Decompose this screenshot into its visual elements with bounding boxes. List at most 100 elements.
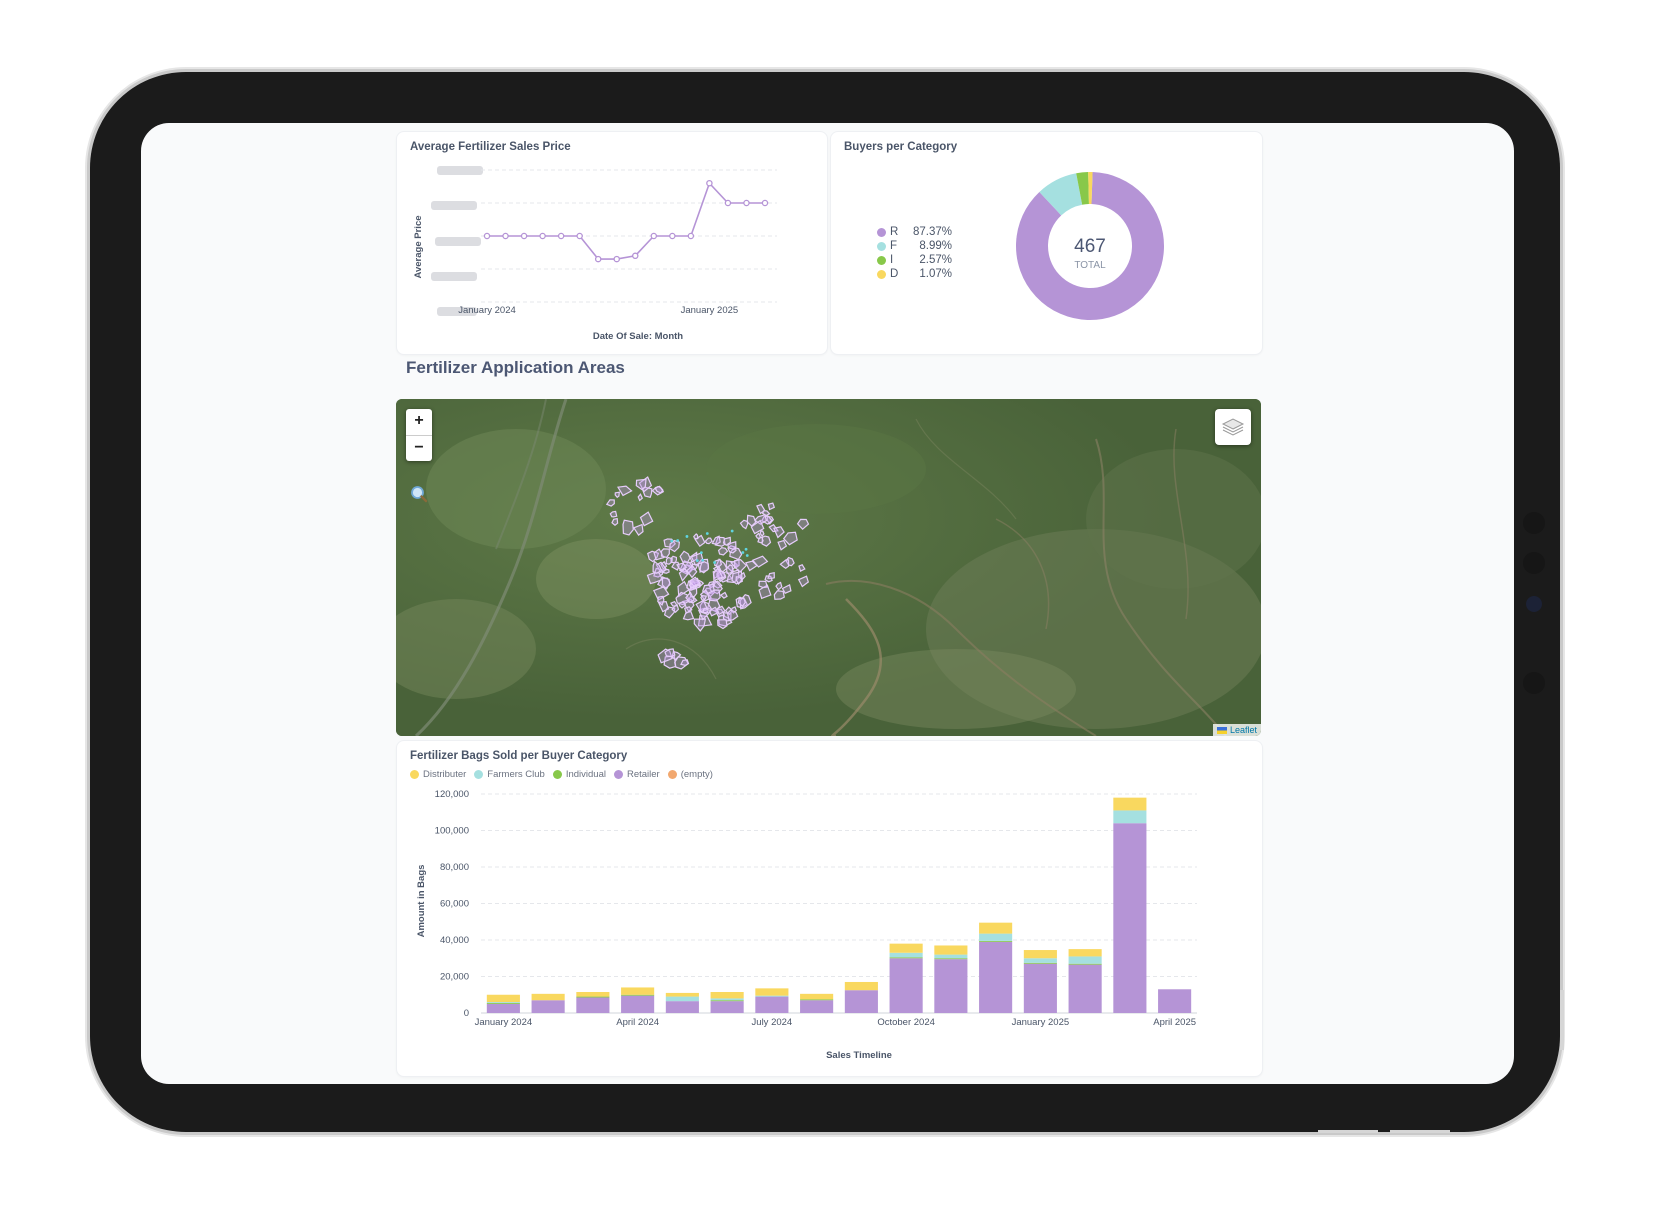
field-polygon[interactable] [609, 510, 618, 518]
bar-segment-individual[interactable] [800, 999, 834, 1001]
bar-segment-individual[interactable] [486, 1002, 520, 1004]
field-polygon[interactable] [719, 591, 728, 599]
bar-segment-distributer[interactable] [710, 992, 744, 999]
bar-segment-farmers-club[interactable] [934, 954, 968, 959]
field-polygon[interactable] [622, 519, 634, 536]
zoom-in-button[interactable]: + [406, 409, 432, 435]
bar-segment-individual[interactable] [934, 958, 968, 960]
price-point[interactable] [743, 199, 750, 207]
price-point[interactable] [706, 179, 713, 187]
bar-segment-retailer[interactable] [1023, 963, 1057, 1013]
field-polygon[interactable] [611, 517, 619, 526]
field-polygon[interactable] [758, 580, 768, 589]
price-point[interactable] [650, 232, 658, 240]
field-polygon[interactable] [711, 535, 721, 545]
bar-segment-retailer[interactable] [1113, 823, 1147, 1013]
bar-segment-farmers-club[interactable] [889, 952, 923, 958]
bar-segment-distributer[interactable] [486, 994, 520, 1003]
field-polygon[interactable] [693, 533, 699, 540]
leaflet-link[interactable]: Leaflet [1230, 725, 1257, 735]
field-marker[interactable] [713, 561, 716, 564]
bar-segment-individual[interactable] [979, 940, 1013, 942]
field-polygon[interactable] [775, 581, 783, 591]
field-polygon[interactable] [635, 478, 647, 491]
field-polygon[interactable] [660, 548, 670, 559]
field-polygon[interactable] [739, 519, 749, 530]
bar-segment-retailer[interactable] [889, 958, 923, 1013]
price-point[interactable] [594, 255, 602, 263]
field-marker[interactable] [699, 551, 703, 555]
bar-segment-distributer[interactable] [621, 987, 655, 995]
field-polygon[interactable] [782, 531, 798, 546]
field-polygons[interactable] [396, 399, 1261, 736]
layers-button[interactable] [1215, 409, 1251, 445]
bar-segment-retailer[interactable] [531, 1000, 565, 1013]
field-polygon[interactable] [700, 594, 708, 601]
bar-segment-retailer[interactable] [1068, 964, 1102, 1013]
price-point[interactable] [724, 199, 732, 207]
field-polygon[interactable] [759, 530, 765, 537]
bar-segment-distributer[interactable] [979, 922, 1013, 934]
bar-segment-farmers-club[interactable] [1023, 958, 1057, 963]
bar-segment-individual[interactable] [1023, 962, 1057, 964]
field-marker[interactable] [685, 535, 689, 538]
field-polygon[interactable] [617, 485, 633, 497]
bar-segment-retailer[interactable] [1158, 989, 1192, 1013]
field-polygon[interactable] [632, 523, 644, 536]
field-polygon[interactable] [637, 493, 644, 502]
field-marker[interactable] [670, 539, 674, 543]
field-marker[interactable] [695, 559, 699, 563]
price-point[interactable] [483, 232, 491, 240]
field-polygon[interactable] [702, 607, 709, 614]
map-attribution[interactable]: Leaflet [1212, 724, 1261, 736]
bar-segment-distributer[interactable] [665, 992, 699, 997]
price-point[interactable] [557, 232, 565, 240]
bar-segment-distributer[interactable] [1113, 797, 1147, 811]
field-polygon[interactable] [682, 611, 695, 621]
field-polygon[interactable] [605, 499, 615, 507]
bar-segment-distributer[interactable] [531, 993, 565, 1001]
bar-segment-retailer[interactable] [979, 941, 1013, 1013]
field-marker[interactable] [744, 547, 748, 551]
field-polygon[interactable] [677, 601, 687, 609]
price-point[interactable] [613, 255, 620, 263]
bar-segment-farmers-club[interactable] [1068, 956, 1102, 964]
price-point[interactable] [576, 232, 583, 240]
bar-segment-distributer[interactable] [1068, 949, 1102, 957]
price-point[interactable] [669, 232, 676, 240]
field-polygon[interactable] [796, 518, 810, 531]
bar-segment-retailer[interactable] [934, 959, 968, 1013]
bar-segment-individual[interactable] [621, 994, 655, 996]
field-polygon[interactable] [779, 559, 790, 570]
search-icon[interactable] [410, 485, 428, 508]
bar-segment-farmers-club[interactable] [710, 998, 744, 1001]
field-polygon[interactable] [798, 564, 806, 572]
field-marker[interactable] [741, 551, 745, 554]
application-areas-map[interactable]: + − Leaflet [396, 399, 1261, 736]
field-polygon[interactable] [717, 546, 729, 556]
field-polygon[interactable] [797, 575, 809, 588]
bar-segment-retailer[interactable] [800, 1000, 834, 1013]
field-polygon[interactable] [704, 537, 713, 545]
bar-segment-retailer[interactable] [486, 1003, 520, 1013]
price-point[interactable] [761, 199, 769, 207]
bar-segment-individual[interactable] [1068, 963, 1102, 965]
bar-segment-farmers-club[interactable] [755, 995, 789, 997]
field-polygon[interactable] [767, 502, 776, 511]
bar-segment-distributer[interactable] [934, 945, 968, 955]
price-point[interactable] [687, 232, 695, 240]
field-polygon[interactable] [757, 536, 764, 544]
bar-segment-farmers-club[interactable] [665, 996, 699, 1002]
field-polygon[interactable] [693, 618, 707, 632]
bar-segment-distributer[interactable] [576, 992, 610, 997]
field-polygon[interactable] [777, 539, 788, 551]
field-polygon[interactable] [614, 491, 620, 499]
field-polygon[interactable] [773, 590, 785, 600]
bar-segment-farmers-club[interactable] [1113, 810, 1147, 824]
field-marker[interactable] [730, 529, 734, 533]
bar-segment-farmers-club[interactable] [979, 933, 1013, 941]
price-point[interactable] [539, 232, 546, 240]
price-point[interactable] [520, 232, 528, 240]
field-polygon[interactable] [679, 550, 691, 564]
bar-segment-farmers-club[interactable] [486, 1002, 520, 1003]
